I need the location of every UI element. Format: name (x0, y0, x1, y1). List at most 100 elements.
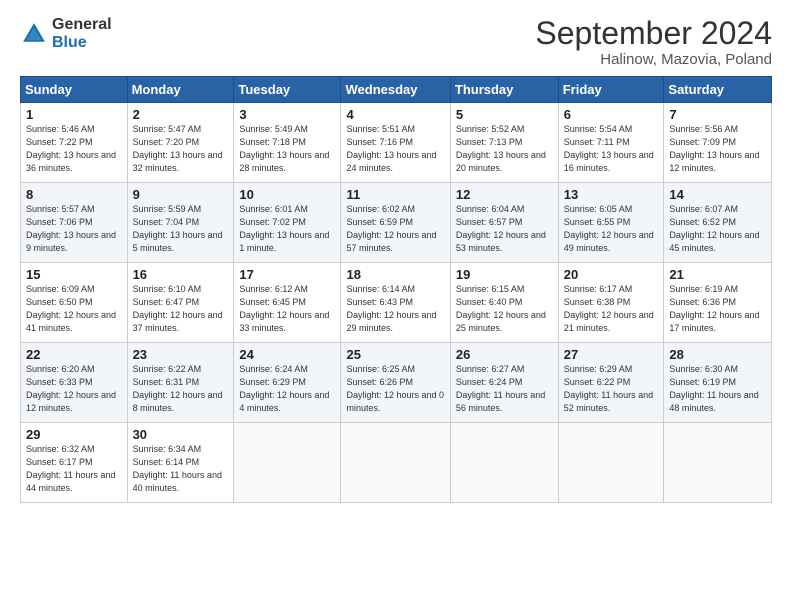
day-detail: Sunrise: 6:25 AMSunset: 6:26 PMDaylight:… (346, 363, 444, 415)
page: General Blue September 2024 Halinow, Maz… (0, 0, 792, 612)
day-detail: Sunrise: 6:32 AMSunset: 6:17 PMDaylight:… (26, 443, 122, 495)
day-detail: Sunrise: 6:22 AMSunset: 6:31 PMDaylight:… (133, 363, 229, 415)
calendar-cell (450, 423, 558, 503)
main-title: September 2024 (535, 16, 772, 51)
day-detail: Sunrise: 6:19 AMSunset: 6:36 PMDaylight:… (669, 283, 766, 335)
calendar-cell: 7 Sunrise: 5:56 AMSunset: 7:09 PMDayligh… (664, 103, 772, 183)
calendar-cell: 21 Sunrise: 6:19 AMSunset: 6:36 PMDaylig… (664, 263, 772, 343)
day-detail: Sunrise: 5:59 AMSunset: 7:04 PMDaylight:… (133, 203, 229, 255)
calendar-cell: 25 Sunrise: 6:25 AMSunset: 6:26 PMDaylig… (341, 343, 450, 423)
calendar-cell: 24 Sunrise: 6:24 AMSunset: 6:29 PMDaylig… (234, 343, 341, 423)
day-detail: Sunrise: 5:47 AMSunset: 7:20 PMDaylight:… (133, 123, 229, 175)
day-number: 5 (456, 107, 553, 122)
calendar-cell: 18 Sunrise: 6:14 AMSunset: 6:43 PMDaylig… (341, 263, 450, 343)
calendar-cell: 20 Sunrise: 6:17 AMSunset: 6:38 PMDaylig… (558, 263, 664, 343)
calendar-cell: 29 Sunrise: 6:32 AMSunset: 6:17 PMDaylig… (21, 423, 128, 503)
day-of-week-header: Monday (127, 77, 234, 103)
day-detail: Sunrise: 6:17 AMSunset: 6:38 PMDaylight:… (564, 283, 659, 335)
day-number: 28 (669, 347, 766, 362)
title-block: September 2024 Halinow, Mazovia, Poland (535, 16, 772, 68)
day-of-week-header: Saturday (664, 77, 772, 103)
day-detail: Sunrise: 6:24 AMSunset: 6:29 PMDaylight:… (239, 363, 335, 415)
day-detail: Sunrise: 6:05 AMSunset: 6:55 PMDaylight:… (564, 203, 659, 255)
day-number: 27 (564, 347, 659, 362)
day-number: 21 (669, 267, 766, 282)
calendar-cell: 17 Sunrise: 6:12 AMSunset: 6:45 PMDaylig… (234, 263, 341, 343)
calendar-cell: 14 Sunrise: 6:07 AMSunset: 6:52 PMDaylig… (664, 183, 772, 263)
day-of-week-header: Friday (558, 77, 664, 103)
day-number: 14 (669, 187, 766, 202)
day-number: 22 (26, 347, 122, 362)
day-number: 18 (346, 267, 444, 282)
day-detail: Sunrise: 5:49 AMSunset: 7:18 PMDaylight:… (239, 123, 335, 175)
calendar-cell: 16 Sunrise: 6:10 AMSunset: 6:47 PMDaylig… (127, 263, 234, 343)
day-number: 3 (239, 107, 335, 122)
day-of-week-header: Thursday (450, 77, 558, 103)
calendar-cell: 10 Sunrise: 6:01 AMSunset: 7:02 PMDaylig… (234, 183, 341, 263)
day-detail: Sunrise: 5:46 AMSunset: 7:22 PMDaylight:… (26, 123, 122, 175)
day-detail: Sunrise: 6:12 AMSunset: 6:45 PMDaylight:… (239, 283, 335, 335)
day-of-week-header: Wednesday (341, 77, 450, 103)
day-detail: Sunrise: 6:34 AMSunset: 6:14 PMDaylight:… (133, 443, 229, 495)
calendar-cell: 4 Sunrise: 5:51 AMSunset: 7:16 PMDayligh… (341, 103, 450, 183)
day-number: 12 (456, 187, 553, 202)
day-detail: Sunrise: 5:54 AMSunset: 7:11 PMDaylight:… (564, 123, 659, 175)
day-detail: Sunrise: 6:02 AMSunset: 6:59 PMDaylight:… (346, 203, 444, 255)
calendar-cell: 22 Sunrise: 6:20 AMSunset: 6:33 PMDaylig… (21, 343, 128, 423)
calendar-cell: 3 Sunrise: 5:49 AMSunset: 7:18 PMDayligh… (234, 103, 341, 183)
day-detail: Sunrise: 6:10 AMSunset: 6:47 PMDaylight:… (133, 283, 229, 335)
day-number: 26 (456, 347, 553, 362)
calendar-cell (558, 423, 664, 503)
day-detail: Sunrise: 6:14 AMSunset: 6:43 PMDaylight:… (346, 283, 444, 335)
day-number: 4 (346, 107, 444, 122)
subtitle: Halinow, Mazovia, Poland (535, 51, 772, 68)
calendar-cell: 27 Sunrise: 6:29 AMSunset: 6:22 PMDaylig… (558, 343, 664, 423)
day-detail: Sunrise: 6:30 AMSunset: 6:19 PMDaylight:… (669, 363, 766, 415)
day-detail: Sunrise: 6:27 AMSunset: 6:24 PMDaylight:… (456, 363, 553, 415)
day-number: 6 (564, 107, 659, 122)
day-number: 15 (26, 267, 122, 282)
day-number: 8 (26, 187, 122, 202)
day-number: 24 (239, 347, 335, 362)
calendar-cell (341, 423, 450, 503)
day-number: 1 (26, 107, 122, 122)
calendar-cell: 1 Sunrise: 5:46 AMSunset: 7:22 PMDayligh… (21, 103, 128, 183)
day-detail: Sunrise: 5:52 AMSunset: 7:13 PMDaylight:… (456, 123, 553, 175)
calendar-cell: 15 Sunrise: 6:09 AMSunset: 6:50 PMDaylig… (21, 263, 128, 343)
day-number: 9 (133, 187, 229, 202)
day-number: 16 (133, 267, 229, 282)
calendar-cell: 30 Sunrise: 6:34 AMSunset: 6:14 PMDaylig… (127, 423, 234, 503)
day-of-week-header: Tuesday (234, 77, 341, 103)
day-number: 17 (239, 267, 335, 282)
header: General Blue September 2024 Halinow, Maz… (20, 16, 772, 68)
calendar-cell: 26 Sunrise: 6:27 AMSunset: 6:24 PMDaylig… (450, 343, 558, 423)
calendar-cell: 12 Sunrise: 6:04 AMSunset: 6:57 PMDaylig… (450, 183, 558, 263)
calendar-cell (664, 423, 772, 503)
day-number: 7 (669, 107, 766, 122)
day-number: 30 (133, 427, 229, 442)
day-number: 2 (133, 107, 229, 122)
calendar-cell: 23 Sunrise: 6:22 AMSunset: 6:31 PMDaylig… (127, 343, 234, 423)
calendar-cell: 8 Sunrise: 5:57 AMSunset: 7:06 PMDayligh… (21, 183, 128, 263)
day-number: 11 (346, 187, 444, 202)
day-of-week-header: Sunday (21, 77, 128, 103)
calendar-table: SundayMondayTuesdayWednesdayThursdayFrid… (20, 76, 772, 503)
calendar-cell: 11 Sunrise: 6:02 AMSunset: 6:59 PMDaylig… (341, 183, 450, 263)
logo-icon (20, 20, 48, 48)
day-detail: Sunrise: 6:07 AMSunset: 6:52 PMDaylight:… (669, 203, 766, 255)
day-number: 20 (564, 267, 659, 282)
calendar-cell: 5 Sunrise: 5:52 AMSunset: 7:13 PMDayligh… (450, 103, 558, 183)
day-number: 10 (239, 187, 335, 202)
day-detail: Sunrise: 6:04 AMSunset: 6:57 PMDaylight:… (456, 203, 553, 255)
calendar-cell: 2 Sunrise: 5:47 AMSunset: 7:20 PMDayligh… (127, 103, 234, 183)
day-detail: Sunrise: 5:51 AMSunset: 7:16 PMDaylight:… (346, 123, 444, 175)
day-detail: Sunrise: 6:01 AMSunset: 7:02 PMDaylight:… (239, 203, 335, 255)
day-detail: Sunrise: 5:56 AMSunset: 7:09 PMDaylight:… (669, 123, 766, 175)
day-detail: Sunrise: 6:20 AMSunset: 6:33 PMDaylight:… (26, 363, 122, 415)
day-number: 29 (26, 427, 122, 442)
calendar-cell: 9 Sunrise: 5:59 AMSunset: 7:04 PMDayligh… (127, 183, 234, 263)
day-detail: Sunrise: 6:29 AMSunset: 6:22 PMDaylight:… (564, 363, 659, 415)
calendar-cell: 28 Sunrise: 6:30 AMSunset: 6:19 PMDaylig… (664, 343, 772, 423)
calendar-cell: 13 Sunrise: 6:05 AMSunset: 6:55 PMDaylig… (558, 183, 664, 263)
day-number: 23 (133, 347, 229, 362)
